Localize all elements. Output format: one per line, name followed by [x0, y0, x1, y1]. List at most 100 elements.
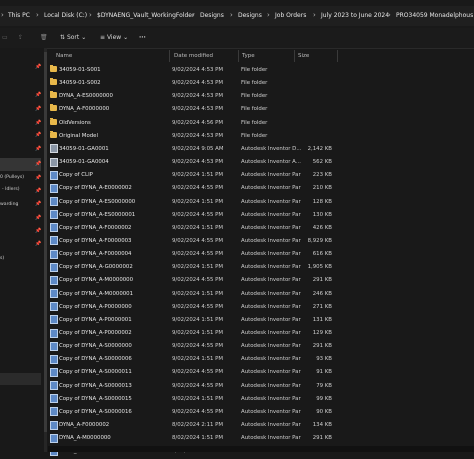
column-divider[interactable]	[294, 50, 295, 62]
sidebar-item-warding[interactable]: warding	[0, 202, 18, 207]
file-date-modified: 9/02/2024 4:53 PM	[172, 159, 224, 166]
file-row[interactable]: 34059-01-GA0001 9/02/2024 9:05 AM Autodesk…	[48, 143, 338, 156]
file-date-modified: 9/02/2024 4:55 PM	[172, 237, 224, 244]
file-row[interactable]: Copy of DYNA_A-M0000001 9/02/2024 1:51 PM…	[48, 288, 338, 301]
chevron-right-icon[interactable]: ›	[313, 11, 316, 19]
pin-icon[interactable]: 📌	[35, 228, 41, 234]
file-row[interactable]: Copy of DYNA_A-F0000003 9/02/2024 4:55 PM…	[48, 235, 338, 248]
file-size: 129 KB	[312, 330, 332, 336]
pin-icon[interactable]: 📌	[35, 215, 41, 221]
file-row[interactable]: Copy of DYNA_A-S0000016 9/02/2024 4:55 PM…	[48, 406, 338, 419]
sidebar-scrollbar-thumb[interactable]	[44, 52, 47, 432]
column-header-type[interactable]: Type	[242, 53, 255, 59]
column-header-size[interactable]: Size	[298, 53, 309, 59]
file-row[interactable]: 34059-01-S002 9/02/2024 4:53 PM File folde…	[48, 77, 338, 90]
file-row[interactable]: Copy of DYNA_A-ES0000000 9/02/2024 1:51 P…	[48, 196, 338, 209]
pin-icon[interactable]: 📌	[35, 201, 41, 207]
view-button[interactable]: ≡ View ⌄	[100, 34, 128, 41]
sidebar-item-hover[interactable]	[0, 373, 41, 385]
file-size: 426 KB	[312, 224, 332, 231]
file-size: 90 KB	[316, 408, 332, 415]
breadcrumb-this-pc[interactable]: This PC	[8, 12, 30, 19]
file-size: 91 KB	[316, 369, 332, 376]
file-row[interactable]: Copy of DYNA_A-F0000002 9/02/2024 1:51 PM…	[48, 222, 338, 235]
breadcrumb-designs[interactable]: Designs	[200, 12, 224, 19]
file-row[interactable]: Copy of DYNA_A-M0000000 9/02/2024 4:55 PM…	[48, 274, 338, 287]
file-row[interactable]: DYNA_A-M0000000 8/02/2024 1:51 PM Autodesk…	[48, 432, 338, 445]
file-row[interactable]: Copy of DYNA_A-S0000006 9/02/2024 1:51 PM…	[48, 353, 338, 366]
breadcrumb-designs-sub[interactable]: Designs	[238, 12, 262, 19]
chevron-right-icon[interactable]: ›	[230, 11, 233, 19]
file-row[interactable]: Copy of DYNA_A-S0000013 9/02/2024 4:55 PM…	[48, 380, 338, 393]
sidebar-item-pulleys[interactable]: 0 (Pulleys)	[0, 175, 24, 180]
file-row[interactable]: Copy of DYNA_A-P0000001 9/02/2024 1:51 PM…	[48, 314, 338, 327]
file-row[interactable]: Copy of DYNA_A-P0000002 9/02/2024 1:51 PM…	[48, 327, 338, 340]
column-divider[interactable]	[238, 50, 239, 62]
chevron-right-icon[interactable]: ›	[267, 11, 270, 19]
file-row[interactable]: Copy of DYNA_A-F0000004 9/02/2024 4:55 PM…	[48, 248, 338, 261]
file-type: Autodesk Inventor Part	[241, 343, 301, 350]
sort-button[interactable]: ⇅ Sort ⌄	[60, 34, 86, 41]
column-header-name[interactable]: Name	[56, 53, 72, 59]
file-name: Copy of DYNA_A-ES0000000	[59, 198, 136, 205]
file-row[interactable]: Copy of DYNA_A-E0000002 9/02/2024 4:55 PM…	[48, 182, 338, 195]
breadcrumb-vault-folder[interactable]: $DYNAENG_Vault_WorkingFolder	[97, 12, 194, 19]
inventor-file-icon	[50, 407, 58, 417]
file-row[interactable]: Copy of DYNA_A-S0000011 9/02/2024 4:55 PM…	[48, 366, 338, 379]
more-options-button[interactable]: ···	[139, 34, 146, 41]
pin-icon[interactable]: 📌	[35, 92, 41, 98]
column-divider[interactable]	[337, 50, 338, 62]
pin-icon[interactable]: 📌	[35, 106, 41, 112]
share-icon[interactable]: ⇪	[18, 34, 23, 41]
breadcrumb-date-range[interactable]: July 2023 to June 2024	[321, 12, 389, 19]
chevron-right-icon[interactable]: ›	[89, 11, 92, 19]
file-date-modified: 9/02/2024 4:53 PM	[172, 80, 224, 87]
inventor-file-icon	[50, 197, 58, 206]
inventor-file-icon	[50, 157, 58, 167]
pin-icon[interactable]: 📌	[35, 161, 41, 167]
file-row[interactable]: Copy of DYNA_A-P0000000 9/02/2024 4:55 PM…	[48, 301, 338, 314]
file-row[interactable]: DYNA_A-F0000000 9/02/2024 4:53 PM File fol…	[48, 103, 338, 116]
file-type: Autodesk Inventor Part	[241, 330, 301, 336]
file-row[interactable]: DYNA_A-F0000002 8/02/2024 2:11 PM Autodesk…	[48, 419, 338, 432]
file-date-modified: 9/02/2024 4:53 PM	[172, 106, 224, 113]
chevron-right-icon[interactable]: ›	[36, 11, 39, 19]
pin-icon[interactable]: 📌	[35, 146, 41, 152]
pin-icon[interactable]: 📌	[35, 175, 41, 181]
sidebar-item-s[interactable]: s)	[0, 256, 4, 261]
pin-icon[interactable]: 📌	[35, 120, 41, 126]
rename-icon[interactable]: ▭	[2, 34, 8, 41]
chevron-right-icon[interactable]: ›	[192, 11, 195, 19]
chevron-right-icon[interactable]: ›	[388, 11, 391, 19]
breadcrumb-job-orders[interactable]: Job Orders	[275, 12, 306, 19]
file-date-modified: 9/02/2024 1:51 PM	[172, 172, 224, 179]
file-row[interactable]: Copy of DYNA_A-ES0000001 9/02/2024 4:55 P…	[48, 209, 338, 222]
file-row[interactable]: DYNA_A-ES0000000 9/02/2024 4:53 PM File fo…	[48, 90, 338, 103]
file-type: File folder	[241, 93, 268, 100]
file-row[interactable]: 34059-01-GA0004 9/02/2024 4:53 PM Autodesk…	[48, 156, 338, 169]
file-row[interactable]: Copy of DYNA_A-S0000015 9/02/2024 1:51 PM…	[48, 393, 338, 406]
breadcrumb-project[interactable]: PRO34059 Monadelphous	[396, 12, 473, 19]
file-row[interactable]: Copy of DYNA_A-S0000000 9/02/2024 4:55 PM…	[48, 340, 338, 353]
file-row[interactable]: Copy of DYNA_A-G0000002 9/02/2024 1:51 PM…	[48, 261, 338, 274]
file-row[interactable]: Copy of CLIP 9/02/2024 1:51 PM Autodesk In…	[48, 169, 338, 182]
delete-icon[interactable]: 🗑	[40, 34, 48, 41]
column-header-row: Name Date modified Type Size	[48, 50, 338, 62]
pin-icon[interactable]: 📌	[35, 64, 41, 70]
address-bar[interactable]: › This PC › Local Disk (C:) › $DYNAENG_V…	[0, 6, 474, 26]
inventor-file-icon	[50, 381, 58, 391]
pin-icon[interactable]: 📌	[35, 132, 41, 138]
sidebar-item-idlers[interactable]: - Idlers)	[2, 187, 20, 192]
file-size: 79 KB	[316, 382, 332, 389]
file-size: 131 KB	[312, 316, 332, 323]
pin-icon[interactable]: 📌	[35, 188, 41, 194]
breadcrumb-local-disk[interactable]: Local Disk (C:)	[44, 12, 87, 19]
inventor-file-icon	[50, 341, 58, 351]
column-header-date[interactable]: Date modified	[174, 53, 213, 59]
column-divider[interactable]	[169, 50, 170, 62]
pin-icon[interactable]: 📌	[35, 241, 41, 247]
file-row[interactable]: OldVersions 9/02/2024 4:56 PM File folder	[48, 117, 338, 130]
file-row[interactable]: 34059-01-S001 9/02/2024 4:53 PM File folde…	[48, 64, 338, 77]
file-type: Autodesk Inventor Part	[241, 224, 301, 231]
file-row[interactable]: Original Model 9/02/2024 4:53 PM File fold…	[48, 130, 338, 143]
